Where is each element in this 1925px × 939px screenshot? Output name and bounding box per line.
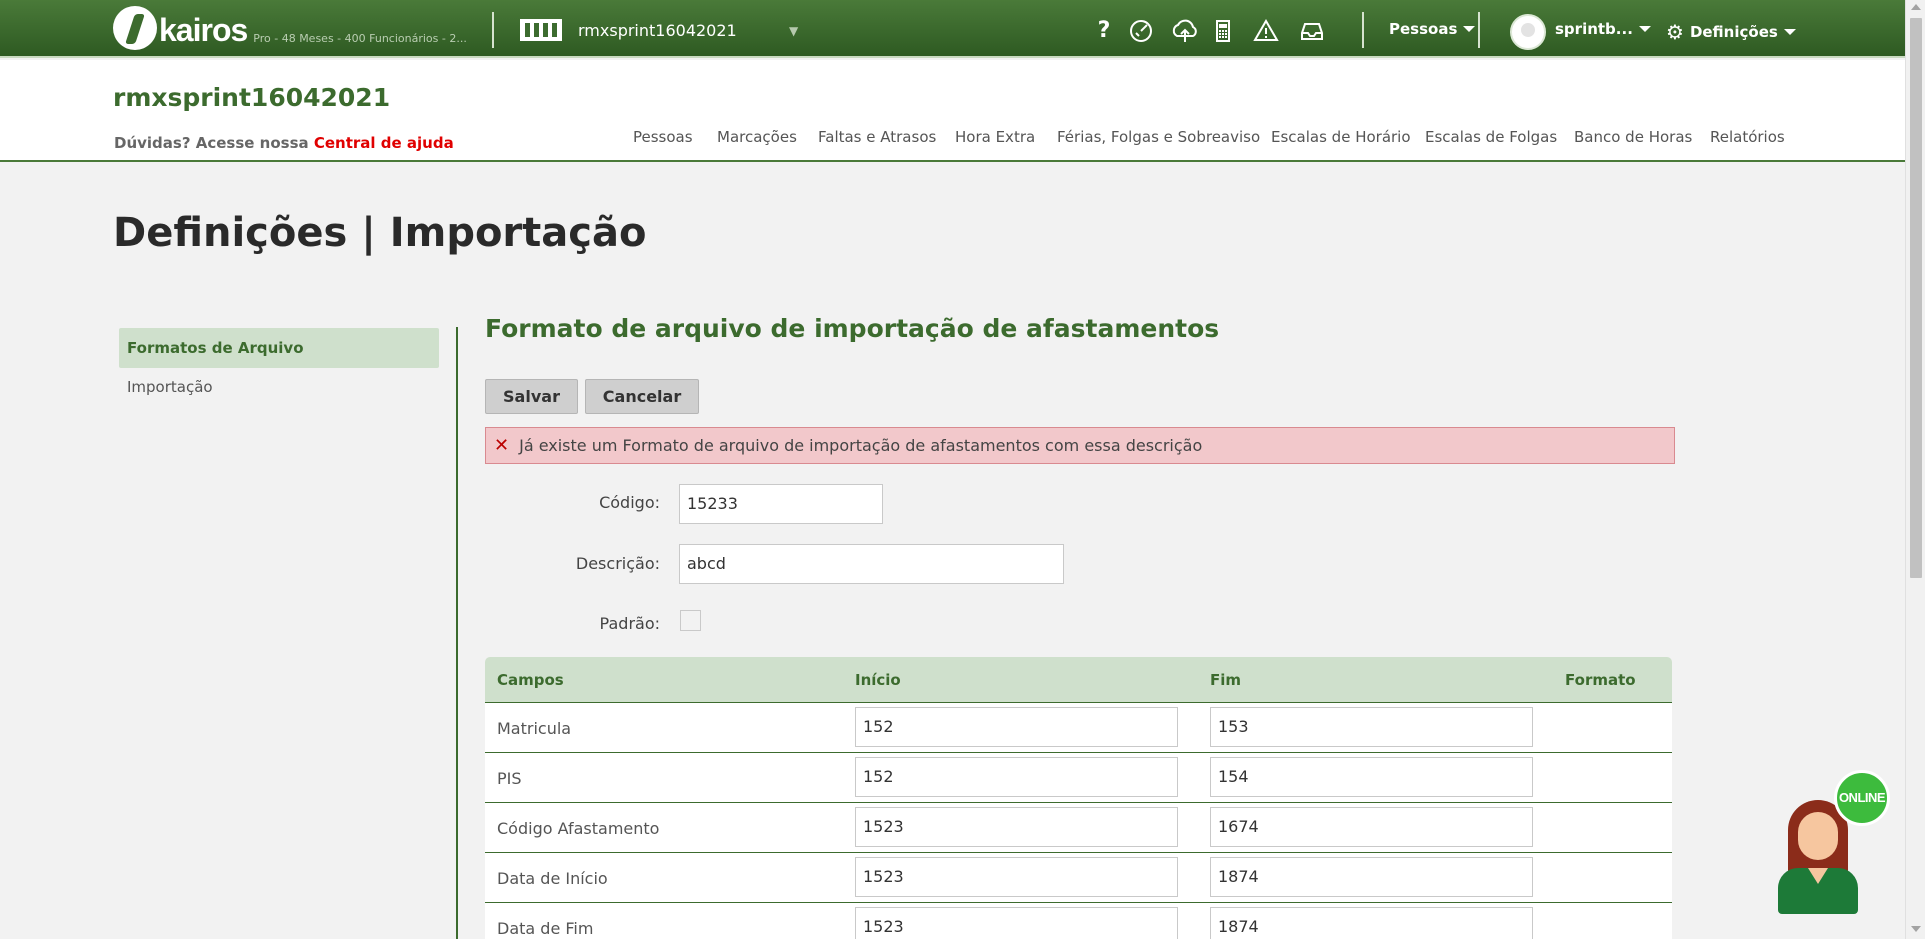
kairos-logo[interactable]: kairos Pro - 48 Meses - 400 Funcionários… bbox=[113, 6, 467, 50]
settings-menu-label: Definições bbox=[1689, 23, 1778, 41]
nav-item-banco-horas[interactable]: Banco de Horas bbox=[1574, 128, 1692, 146]
people-menu-label: Pessoas bbox=[1389, 20, 1458, 38]
gear-icon: ⚙ bbox=[1666, 20, 1684, 44]
start-input[interactable]: 152 bbox=[855, 757, 1178, 797]
nav-item-faltas-atrasos[interactable]: Faltas e Atrasos bbox=[818, 128, 936, 146]
page-scrollbar[interactable] bbox=[1905, 0, 1925, 939]
nav-item-escalas-folgas[interactable]: Escalas de Folgas bbox=[1425, 128, 1557, 146]
cancel-button[interactable]: Cancelar bbox=[585, 379, 699, 414]
sidebar-item-formatos-de-arquivo[interactable]: Formatos de Arquivo bbox=[119, 328, 439, 368]
field-name: PIS bbox=[497, 769, 522, 788]
column-header-formato: Formato bbox=[1565, 671, 1636, 689]
error-message: Já existe um Formato de arquivo de impor… bbox=[519, 436, 1203, 455]
company-name: rmxsprint16042021 bbox=[578, 20, 737, 40]
description-field[interactable]: abcd bbox=[679, 544, 1064, 584]
online-badge: ONLINE bbox=[1834, 770, 1890, 826]
company-selector[interactable]: rmxsprint16042021 bbox=[520, 18, 737, 42]
nav-item-hora-extra[interactable]: Hora Extra bbox=[955, 128, 1035, 146]
help-center-link[interactable]: Central de ajuda bbox=[314, 134, 454, 152]
end-input[interactable]: 153 bbox=[1210, 707, 1533, 747]
nav-item-marcacoes[interactable]: Marcações bbox=[717, 128, 797, 146]
field-name: Código Afastamento bbox=[497, 819, 660, 838]
settings-menu[interactable]: ⚙ Definições bbox=[1666, 20, 1796, 44]
user-avatar[interactable] bbox=[1510, 14, 1546, 50]
start-input[interactable]: 1523 bbox=[855, 807, 1178, 847]
nav-item-escalas-horario[interactable]: Escalas de Horário bbox=[1271, 128, 1411, 146]
chevron-down-icon[interactable]: ▼ bbox=[789, 24, 798, 38]
start-input[interactable]: 152 bbox=[855, 707, 1178, 747]
caret-down-icon bbox=[1463, 26, 1476, 32]
table-header: Campos Início Fim Formato bbox=[485, 657, 1672, 703]
end-input[interactable]: 1874 bbox=[1210, 857, 1533, 897]
table-row: Data de Fim 1523 1874 bbox=[485, 903, 1672, 939]
help-text: Dúvidas? Acesse nossa bbox=[114, 134, 314, 152]
table-row: Código Afastamento 1523 1674 bbox=[485, 803, 1672, 853]
end-input[interactable]: 1674 bbox=[1210, 807, 1533, 847]
page-header: rmxsprint16042021 Dúvidas? Acesse nossa … bbox=[0, 60, 1905, 162]
company-title: rmxsprint16042021 bbox=[113, 83, 391, 112]
description-label: Descrição: bbox=[575, 554, 660, 573]
cloud-upload-icon[interactable] bbox=[1170, 18, 1197, 44]
logo-mark-icon bbox=[113, 6, 157, 50]
user-name: sprintb... bbox=[1555, 20, 1633, 38]
field-name: Data de Início bbox=[497, 869, 608, 888]
field-name: Matricula bbox=[497, 719, 572, 738]
warning-icon[interactable] bbox=[1253, 18, 1279, 44]
scrollbar-thumb[interactable] bbox=[1910, 18, 1922, 578]
top-bar: kairos Pro - 48 Meses - 400 Funcionários… bbox=[0, 0, 1905, 58]
content-divider bbox=[456, 327, 458, 939]
default-label: Padrão: bbox=[599, 614, 660, 633]
caret-down-icon bbox=[1783, 29, 1796, 35]
divider bbox=[1478, 12, 1480, 48]
sidebar-item-importacao[interactable]: Importação bbox=[119, 367, 439, 407]
end-input[interactable]: 1874 bbox=[1210, 907, 1533, 939]
code-field[interactable]: 15233 bbox=[679, 484, 883, 524]
page-title: Definições | Importação bbox=[113, 210, 647, 256]
table-row: Data de Início 1523 1874 bbox=[485, 853, 1672, 903]
agent-face bbox=[1798, 812, 1838, 860]
nav-item-pessoas[interactable]: Pessoas bbox=[633, 128, 693, 146]
logo-text: kairos bbox=[159, 12, 248, 48]
fields-table: Campos Início Fim Formato Matricula 152 … bbox=[485, 657, 1672, 939]
help-line: Dúvidas? Acesse nossa Central de ajuda bbox=[114, 134, 454, 152]
end-input[interactable]: 154 bbox=[1210, 757, 1533, 797]
start-input[interactable]: 1523 bbox=[855, 907, 1178, 939]
table-row: PIS 152 154 bbox=[485, 753, 1672, 803]
timer-icon[interactable] bbox=[1128, 18, 1154, 44]
table-row: Matricula 152 153 bbox=[485, 703, 1672, 753]
column-header-campos: Campos bbox=[497, 671, 564, 689]
inbox-icon[interactable] bbox=[1299, 18, 1325, 44]
online-chat-widget[interactable]: ONLINE bbox=[1768, 770, 1898, 920]
help-icon[interactable]: ? bbox=[1091, 18, 1117, 44]
user-menu[interactable]: sprintb... bbox=[1555, 20, 1651, 38]
scroll-down-icon[interactable] bbox=[1911, 926, 1921, 932]
error-alert: ✕ Já existe um Formato de arquivo de imp… bbox=[485, 427, 1675, 464]
divider bbox=[492, 12, 494, 48]
close-icon[interactable]: ✕ bbox=[494, 435, 509, 456]
section-title: Formato de arquivo de importação de afas… bbox=[485, 314, 1220, 343]
plan-info: Pro - 48 Meses - 400 Funcionários - 2... bbox=[253, 32, 467, 45]
scroll-up-icon[interactable] bbox=[1911, 4, 1921, 10]
calculator-icon[interactable] bbox=[1210, 18, 1236, 44]
nav-item-relatorios[interactable]: Relatórios bbox=[1710, 128, 1785, 146]
column-header-inicio: Início bbox=[855, 671, 901, 689]
column-header-fim: Fim bbox=[1210, 671, 1242, 689]
divider bbox=[1362, 12, 1364, 48]
save-button[interactable]: Salvar bbox=[485, 379, 578, 414]
caret-down-icon bbox=[1638, 26, 1651, 32]
code-label: Código: bbox=[599, 493, 660, 512]
start-input[interactable]: 1523 bbox=[855, 857, 1178, 897]
field-name: Data de Fim bbox=[497, 919, 594, 938]
building-icon bbox=[520, 19, 562, 41]
default-checkbox[interactable] bbox=[680, 610, 701, 631]
nav-item-ferias-folgas[interactable]: Férias, Folgas e Sobreaviso bbox=[1057, 128, 1260, 146]
people-menu[interactable]: Pessoas bbox=[1389, 20, 1476, 38]
